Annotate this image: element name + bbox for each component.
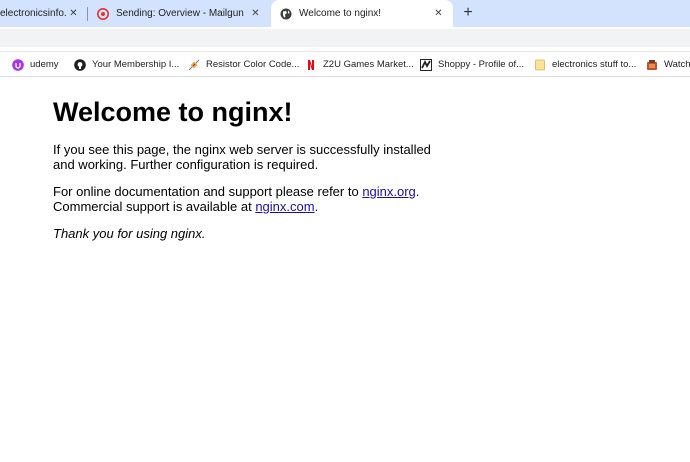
bookmark-membership[interactable]: Your Membership I...	[74, 57, 179, 72]
nginx-com-link[interactable]: nginx.com	[255, 199, 314, 214]
close-icon[interactable]: ✕	[432, 7, 445, 20]
close-icon[interactable]: ✕	[67, 7, 80, 20]
bookmark-udemy[interactable]: udemy	[12, 57, 59, 72]
bookmark-label: udemy	[30, 59, 59, 70]
bookmarks-bar: udemy Your Membership I... Resistor Colo…	[0, 52, 690, 77]
mailgun-icon	[97, 7, 109, 20]
page-title: Welcome to nginx!	[53, 97, 293, 127]
watch-icon	[646, 59, 658, 71]
tab-title: Welcome to nginx!	[299, 8, 382, 19]
bookmark-label: Your Membership I...	[92, 59, 180, 70]
thank-you-text: Thank you for using nginx.	[53, 226, 206, 241]
resistor-icon	[188, 59, 200, 71]
docs-text: For online documentation and support ple…	[53, 184, 363, 199]
bookmark-label: Resistor Color Code...	[206, 59, 300, 70]
tab-title: electronicsinfo.ne	[0, 8, 66, 19]
folder-icon	[534, 59, 546, 71]
thank-you-message: Thank you for using nginx.	[53, 226, 443, 241]
docs-period: .	[415, 184, 420, 199]
github-icon	[74, 58, 86, 71]
browser-toolbar	[0, 27, 690, 52]
documentation-paragraph: For online documentation and support ple…	[53, 184, 443, 214]
netflix-icon	[305, 59, 317, 71]
bookmark-shoppy[interactable]: Shoppy - Profile of...	[420, 57, 524, 72]
commercial-period: .	[314, 199, 319, 214]
bookmark-label: Z2U Games Market...	[323, 59, 414, 70]
tab-strip: electronicsinfo.ne ✕ Sending: Overview -…	[0, 0, 690, 27]
bookmark-resistor[interactable]: Resistor Color Code...	[188, 57, 299, 72]
install-message: If you see this page, the nginx web serv…	[53, 142, 431, 172]
bookmark-watch[interactable]: Watch	[646, 57, 690, 72]
tab-mailgun[interactable]: Sending: Overview - Mailgun ✕	[90, 0, 270, 27]
globe-icon	[280, 8, 292, 20]
shoppy-icon	[420, 58, 432, 71]
nginx-org-link[interactable]: nginx.org	[362, 184, 415, 199]
bookmark-label: Shoppy - Profile of...	[438, 59, 525, 70]
tab-electronicsinfo[interactable]: electronicsinfo.ne ✕	[0, 0, 86, 27]
tab-separator	[87, 7, 88, 21]
address-bar[interactable]	[0, 29, 690, 47]
close-icon[interactable]: ✕	[249, 7, 262, 20]
bookmark-z2u[interactable]: Z2U Games Market...	[305, 57, 414, 72]
bookmark-label: electronics stuff to...	[552, 59, 637, 70]
bookmark-label: Watch	[664, 59, 690, 70]
page-content: Welcome to nginx! If you see this page, …	[53, 78, 653, 241]
tab-title: Sending: Overview - Mailgun	[116, 8, 244, 19]
udemy-icon	[12, 58, 24, 71]
new-tab-button[interactable]: +	[459, 4, 477, 22]
tab-nginx[interactable]: Welcome to nginx! ✕	[271, 0, 453, 27]
bookmark-electronics-folder[interactable]: electronics stuff to...	[534, 57, 636, 72]
commercial-text: Commercial support is available at	[53, 199, 256, 214]
